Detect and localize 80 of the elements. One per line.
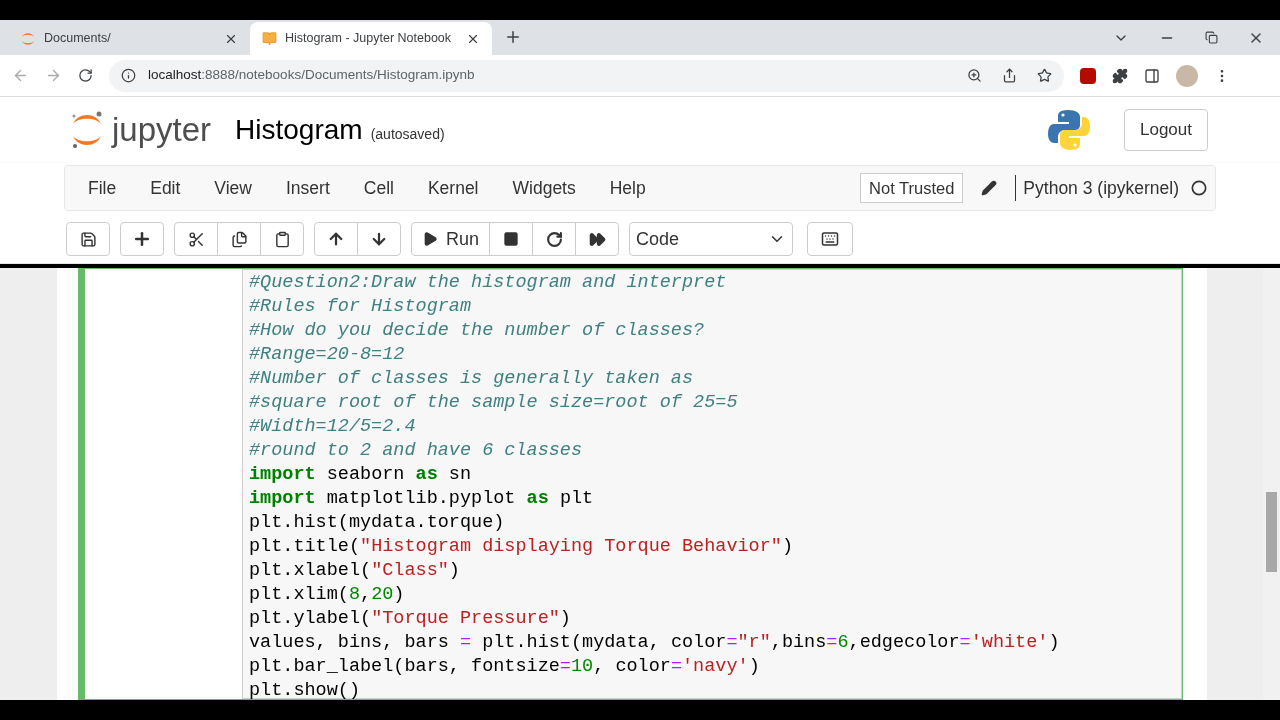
- add-cell-button[interactable]: [120, 222, 164, 256]
- info-icon: [121, 68, 136, 83]
- menu-item[interactable]: File: [73, 174, 132, 202]
- code-line: #How do you decide the number of classes?: [249, 319, 706, 343]
- pdf-extension-icon[interactable]: [1080, 67, 1096, 84]
- code-line: plt.ylabel("Torque Pressure"): [249, 607, 572, 631]
- keyboard-icon: [821, 230, 840, 248]
- keyboard-shortcuts-button[interactable]: [807, 222, 854, 256]
- notebook-name[interactable]: Histogram: [235, 109, 363, 151]
- new-tab-icon[interactable]: [504, 28, 522, 46]
- extensions-icon[interactable]: [1112, 67, 1128, 84]
- move-up-button[interactable]: [314, 222, 358, 256]
- menu-item[interactable]: Edit: [135, 174, 196, 202]
- cut-button[interactable]: [174, 222, 218, 256]
- address-field[interactable]: localhost:8888/notebooks/Documents/Histogram.ipynb: [109, 59, 1064, 92]
- tab-title: Histogram - Jupyter Notebook: [285, 30, 453, 48]
- logout-button[interactable]: Logout: [1124, 109, 1208, 151]
- code-line: #Number of classes is generally taken as: [249, 367, 695, 391]
- move-up-icon: [327, 230, 345, 248]
- paste-button[interactable]: [260, 222, 304, 256]
- trust-button[interactable]: Not Trusted: [860, 173, 964, 203]
- jupyter-favicon-icon: [20, 30, 36, 47]
- code-line: #Question2:Draw the histogram and interpret: [249, 271, 728, 295]
- code-line: #Rules for Histogram: [249, 295, 473, 319]
- code-line: #square root of the sample size=root of 25=5: [249, 391, 739, 415]
- add-cell-icon: [132, 229, 152, 249]
- menu-item[interactable]: Cell: [348, 174, 409, 202]
- menu-item[interactable]: Help: [594, 174, 661, 202]
- move-down-button[interactable]: [357, 222, 401, 256]
- restart-icon: [545, 230, 563, 248]
- code-line: plt.title("Histogram displaying Torque Behavior"): [249, 535, 794, 559]
- url-text: localhost:8888/notebooks/Documents/Histogram.ipynb: [148, 66, 476, 85]
- menu-item[interactable]: View: [199, 174, 267, 202]
- side-panel-icon[interactable]: [1144, 67, 1160, 84]
- menu-item[interactable]: Widgets: [497, 174, 591, 202]
- zoom-icon[interactable]: [967, 68, 982, 83]
- code-line: plt.show(): [249, 679, 362, 703]
- stop-button[interactable]: [489, 222, 534, 256]
- jupyter-wordmark[interactable]: jupyter: [112, 105, 212, 155]
- cut-icon: [187, 230, 205, 248]
- code-editor[interactable]: [242, 269, 1182, 699]
- code-line: plt.bar_label(bars, fontsize=10, color='navy'): [249, 655, 761, 679]
- code-line: plt.xlim(8,20): [249, 583, 406, 607]
- run-all-button[interactable]: [575, 222, 620, 256]
- stop-icon: [503, 231, 520, 247]
- share-icon[interactable]: [1002, 68, 1017, 83]
- kernel-name: Python 3 (ipykernel): [1015, 174, 1179, 202]
- bookmark-star-icon[interactable]: [1037, 68, 1052, 83]
- jupyter-logo-icon: [70, 110, 104, 150]
- python-logo-icon: [1047, 108, 1091, 152]
- save-icon: [79, 230, 97, 248]
- notebook-favicon-icon: [262, 31, 277, 46]
- restart-button[interactable]: [532, 222, 577, 256]
- copy-icon: [230, 230, 248, 248]
- code-line: import matplotlib.pyplot as plt: [249, 487, 595, 511]
- code-line: #round to 2 and have 6 classes: [249, 439, 584, 463]
- reload-icon[interactable]: [78, 68, 93, 83]
- code-line: #Range=20-8=12: [249, 343, 406, 367]
- save-button[interactable]: [66, 222, 110, 256]
- paste-icon: [273, 230, 291, 248]
- menu-item[interactable]: Insert: [271, 174, 345, 202]
- autosave-status: (autosaved): [370, 124, 445, 144]
- browser-tab[interactable]: Histogram - Jupyter Notebook: [250, 22, 492, 55]
- menu-item[interactable]: Kernel: [412, 174, 494, 202]
- edit-icon[interactable]: [981, 180, 998, 196]
- play-icon: [422, 231, 438, 247]
- cell-type-dropdown[interactable]: Code: [629, 222, 794, 256]
- kernel-idle-icon: [1191, 180, 1207, 196]
- copy-button[interactable]: [217, 222, 261, 256]
- code-line: #Width=12/5=2.4: [249, 415, 417, 439]
- code-line: values, bins, bars = plt.hist(mydata, color="r",bins=6,edgecolor='white'): [249, 631, 1061, 655]
- restore-icon[interactable]: [1205, 31, 1218, 44]
- move-down-icon: [370, 230, 388, 248]
- browser-tab[interactable]: Documents/: [8, 22, 250, 55]
- code-line: plt.hist(mydata.torque): [249, 511, 506, 535]
- code-line: plt.xlabel("Class"): [249, 559, 461, 583]
- tab-title: Documents/: [44, 30, 112, 48]
- code-line: import seaborn as sn: [249, 463, 473, 487]
- run-button[interactable]: Run: [411, 222, 491, 256]
- run-all-icon: [588, 230, 606, 248]
